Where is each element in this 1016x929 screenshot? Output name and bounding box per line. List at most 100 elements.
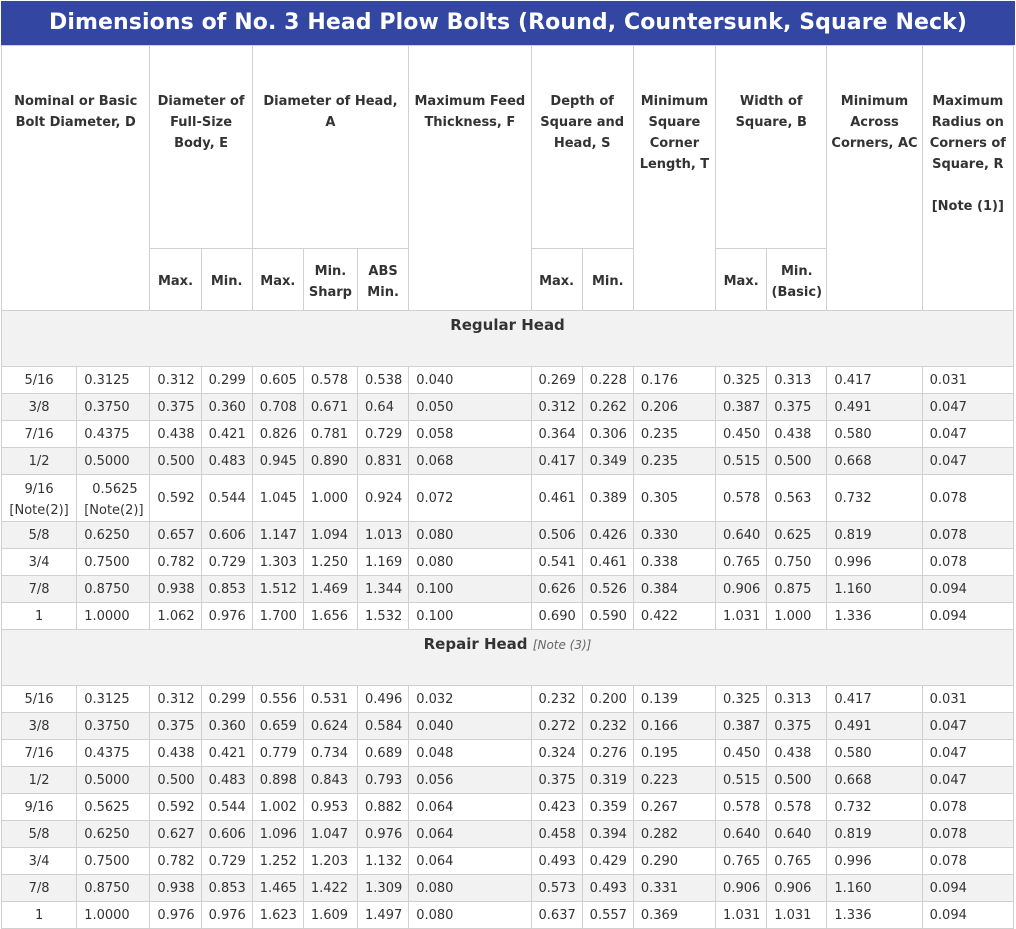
table-cell: 0.068	[408, 447, 532, 475]
table-cell: 0.729	[200, 548, 253, 576]
table-row: 5/8 0.6250 0.627 0.606 1.096 1.047 0.976 0.064 0…	[0, 820, 1015, 848]
table-cell: 0.228	[581, 366, 634, 394]
section-title-cell: Repair Head [Note (3)]	[1, 629, 1014, 686]
table-cell: 0.421	[200, 739, 253, 767]
table-cell: 0.671	[302, 393, 359, 421]
table-cell: 0.500	[766, 447, 828, 475]
table-cell: 0.375	[149, 393, 202, 421]
table-cell: 5/16	[0, 685, 78, 713]
table-cell: 0.232	[530, 685, 583, 713]
table-cell: 1.147	[251, 521, 304, 549]
table-cell: 1.000	[302, 474, 359, 522]
table-cell: 0.853	[200, 874, 253, 902]
table-cell: 0.779	[251, 739, 304, 767]
table-cell: 1.000	[766, 602, 828, 630]
table-cell: 0.732	[826, 474, 923, 522]
table-cell: 1.344	[357, 575, 410, 603]
table-row: 3/8 0.3750 0.375 0.360 0.659 0.624 0.584 0.040 0…	[0, 712, 1015, 740]
table-cell: 1.013	[357, 521, 410, 549]
table-cell: 0.515	[715, 766, 768, 794]
table-row: 7/16 0.4375 0.438 0.421 0.826 0.781 0.729 0.058…	[0, 420, 1015, 448]
header-depth: Depth of Square and Head, S	[530, 45, 634, 249]
table-cell: 0.139	[632, 685, 717, 713]
table-cell: 0.976	[149, 901, 202, 929]
table-cell: 0.826	[251, 420, 304, 448]
table-cell: 0.389	[581, 474, 634, 522]
table-cell: 0.375	[149, 712, 202, 740]
table-cell: 0.493	[530, 847, 583, 875]
table-cell: 0.496	[357, 685, 410, 713]
table-cell: 0.624	[302, 712, 359, 740]
table-cell: 0.538	[357, 366, 410, 394]
table-cell: 0.4375	[76, 739, 151, 767]
table-cell: 0.056	[408, 766, 532, 794]
table-cell: 0.080	[408, 901, 532, 929]
table-cell: 1.609	[302, 901, 359, 929]
table-cell: 0.417	[530, 447, 583, 475]
table-cell: 1.422	[302, 874, 359, 902]
table-cell: 1	[0, 602, 78, 630]
table-cell: 0.387	[715, 712, 768, 740]
table-row: 9/16 0.5625 0.592 0.544 1.002 0.953 0.882 0.064…	[0, 793, 1015, 821]
table-cell: 0.3750	[76, 712, 151, 740]
table-cell: 0.953	[302, 793, 359, 821]
table-row: 3/8 0.3750 0.375 0.360 0.708 0.671 0.64 0.050 0.…	[0, 393, 1015, 421]
table-cell: 0.491	[826, 712, 923, 740]
table-cell: 0.526	[581, 575, 634, 603]
table-cell: 0.078	[921, 820, 1015, 848]
table-row: 3/4 0.7500 0.782 0.729 1.252 1.203 1.132 0.064 0…	[0, 847, 1015, 875]
table-cell: 0.223	[632, 766, 717, 794]
subheader-min: Min.	[581, 248, 634, 311]
table-cell: 0.306	[581, 420, 634, 448]
header-min-square: Minimum Square Corner Length, T	[632, 45, 717, 311]
table-cell: 0.924	[357, 474, 410, 522]
table-row: 7/8 0.8750 0.938 0.853 1.465 1.422 1.309 0.080 0…	[0, 874, 1015, 902]
table-cell: 5/16	[0, 366, 78, 394]
table-cell: 0.319	[581, 766, 634, 794]
table-cell: 1.094	[302, 521, 359, 549]
plow-bolt-dimensions: Dimensions of No. 3 Head Plow Bolts (Rou…	[0, 1, 1015, 929]
table-cell: 0.765	[766, 847, 828, 875]
table-cell: 0.3125	[76, 685, 151, 713]
table-cell: 0.7500	[76, 548, 151, 576]
table-cell: 0.793	[357, 766, 410, 794]
table-cell: 0.578	[715, 793, 768, 821]
table-cell: 1.031	[715, 901, 768, 929]
table-cell: 0.580	[826, 420, 923, 448]
table-cell: 0.047	[921, 420, 1015, 448]
table-row: 5/8 0.6250 0.657 0.606 1.147 1.094 1.013 0.080 0…	[0, 521, 1015, 549]
table-cell: 0.8750	[76, 874, 151, 902]
table-cell: 1.497	[357, 901, 410, 929]
table-cell: 7/8	[0, 575, 78, 603]
table-cell: 0.853	[200, 575, 253, 603]
table-cell: 0.050	[408, 393, 532, 421]
table-cell: 1.309	[357, 874, 410, 902]
subheader-max: Max.	[149, 248, 202, 311]
table-cell: 1.250	[302, 548, 359, 576]
table-cell: 1.512	[251, 575, 304, 603]
table-cell: 1.623	[251, 901, 304, 929]
table-cell: 0.047	[921, 766, 1015, 794]
subheader-abs-min: ABS Min.	[357, 248, 410, 311]
table-cell: 0.898	[251, 766, 304, 794]
table-cell: 0.078	[921, 521, 1015, 549]
table-cell: 1.096	[251, 820, 304, 848]
table-cell: 0.668	[826, 447, 923, 475]
table-cell: 0.421	[200, 420, 253, 448]
table-cell: 0.438	[149, 420, 202, 448]
table-cell: 1.336	[826, 602, 923, 630]
section-repair-head: Repair Head [Note (3)]	[1, 629, 1014, 686]
table-cell: 0.8750	[76, 575, 151, 603]
table-cell: 0.606	[200, 820, 253, 848]
subheader-min: Min.	[200, 248, 253, 311]
table-cell: 0.781	[302, 420, 359, 448]
table-cell: 1	[0, 901, 78, 929]
header-width: Width of Square, B	[715, 45, 828, 249]
table-cell: 1/2	[0, 766, 78, 794]
table-cell: 0.058	[408, 420, 532, 448]
table-cell: 0.945	[251, 447, 304, 475]
table-cell: 0.094	[921, 575, 1015, 603]
table-row: 7/8 0.8750 0.938 0.853 1.512 1.469 1.344 0.100 0…	[0, 575, 1015, 603]
table-cell: 0.3750	[76, 393, 151, 421]
table-cell: 0.313	[766, 366, 828, 394]
